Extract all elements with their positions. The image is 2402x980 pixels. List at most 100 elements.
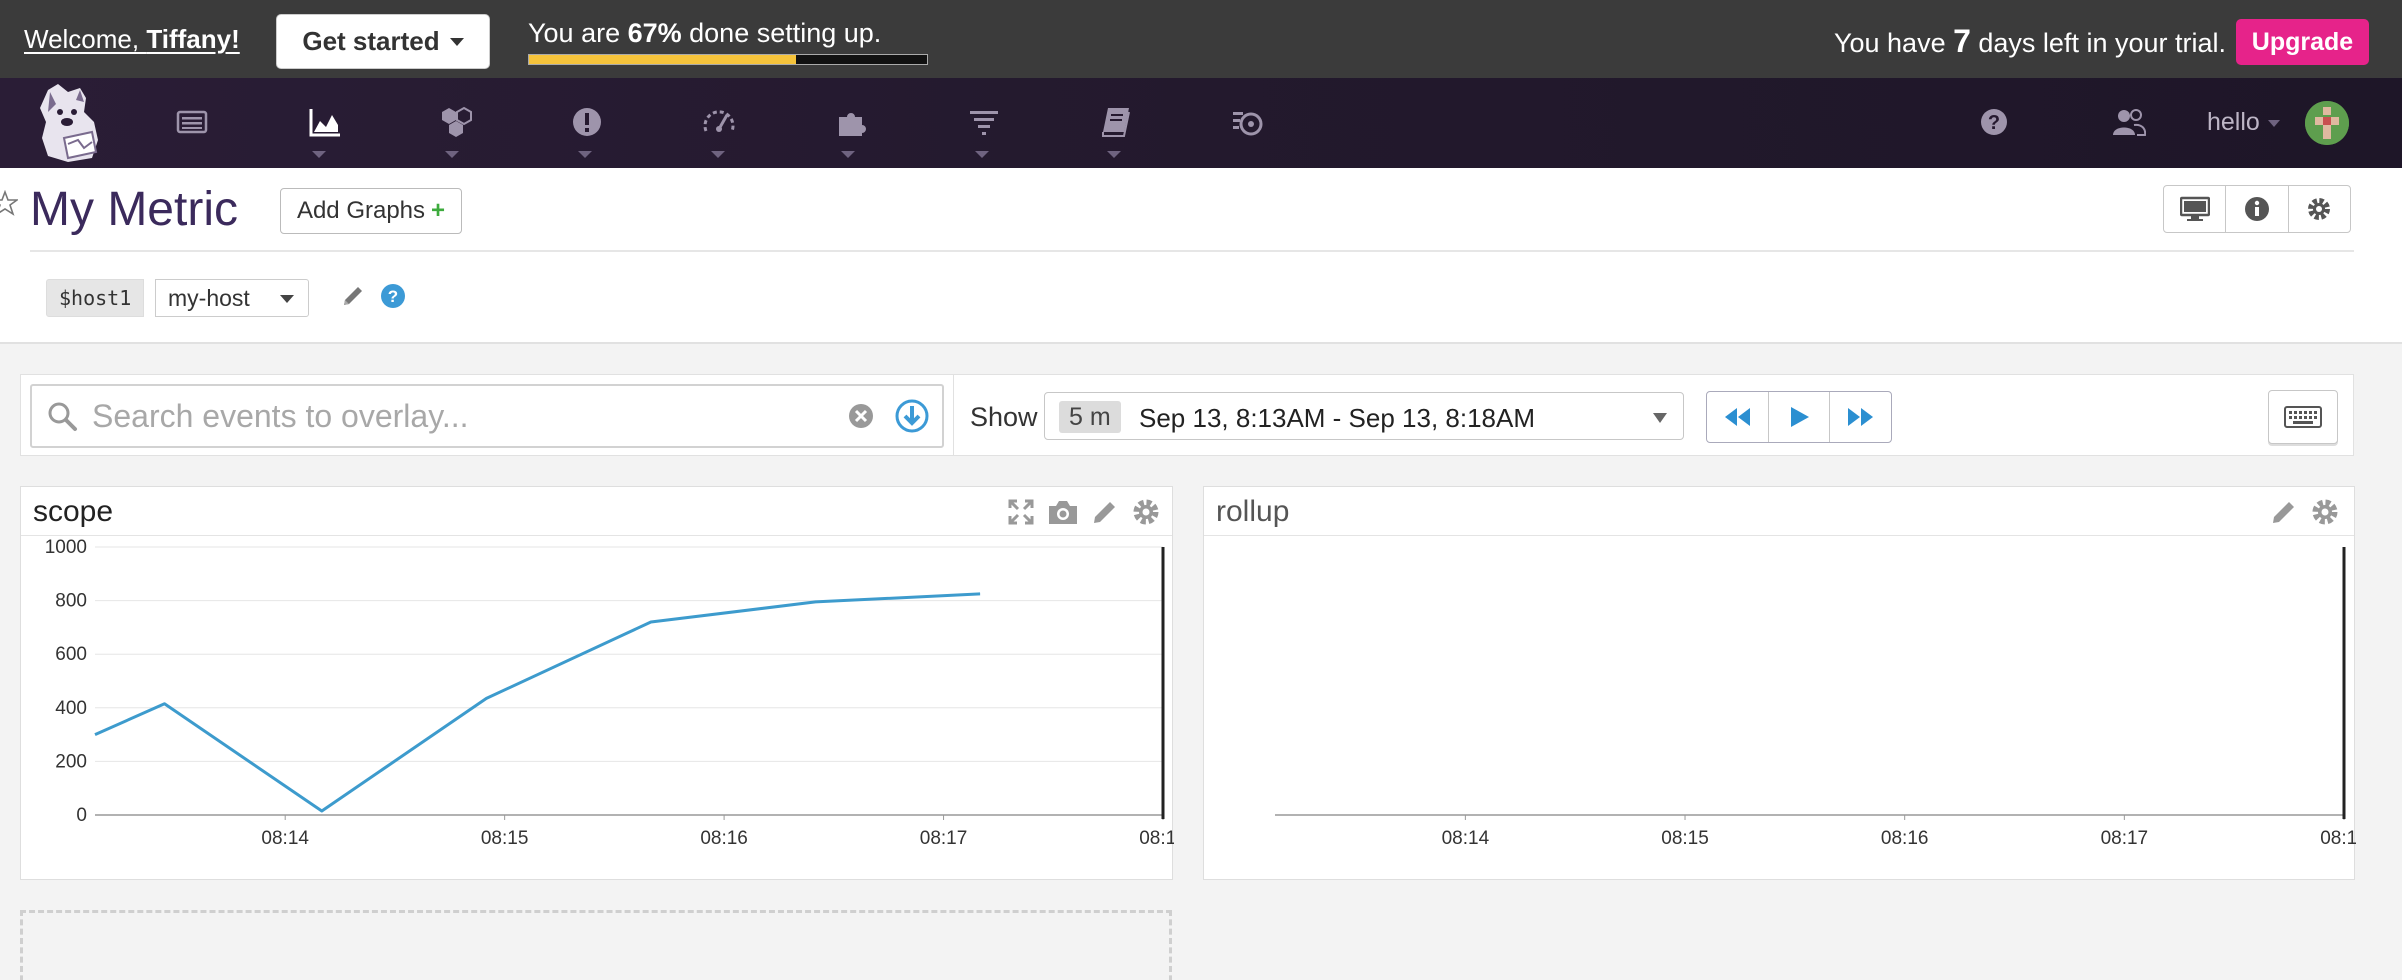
chevron-down-icon	[1653, 413, 1667, 423]
user-menu-label[interactable]: hello	[2207, 108, 2260, 137]
integrations-puzzle-icon[interactable]	[829, 100, 873, 144]
page-title: My Metric	[30, 183, 238, 236]
x-tick-label: 08:15	[1661, 828, 1709, 849]
pencil-icon[interactable]	[2270, 497, 2298, 527]
camera-icon[interactable]	[1047, 497, 1079, 527]
y-tick-label: 1000	[45, 537, 87, 558]
fast-forward-icon	[1847, 408, 1873, 426]
settings-button[interactable]	[2289, 186, 2350, 232]
line-chart-rollup: 08:14 08:15 08:16 08:17 08:18	[1275, 547, 2356, 849]
user-name: Tiffany!	[146, 24, 240, 54]
x-tick-label: 08:17	[920, 828, 968, 849]
y-tick-label: 0	[76, 805, 87, 826]
setup-suffix: done setting up.	[681, 18, 882, 48]
x-tick-label: 08:18	[2320, 828, 2356, 849]
logs-filter-icon[interactable]	[962, 100, 1006, 144]
main-nav	[0, 78, 2402, 168]
tv-mode-button[interactable]	[2164, 186, 2227, 232]
avatar[interactable]	[2305, 101, 2349, 145]
metrics-menu-caret	[312, 151, 326, 158]
notebooks-icon[interactable]	[1094, 100, 1138, 144]
time-forward-button[interactable]	[1830, 392, 1891, 442]
play-icon	[1791, 407, 1809, 427]
graph-widget-rollup: rollup 08:14 08:15 08:16 08:17 08:18	[1203, 486, 2356, 880]
help-circle-icon[interactable]: ?	[380, 283, 406, 314]
infrastructure-icon[interactable]	[434, 100, 478, 144]
apm-gauge-icon[interactable]	[697, 100, 741, 144]
y-tick-label: 600	[55, 644, 87, 665]
keyboard-shortcuts-button[interactable]	[2268, 390, 2338, 444]
y-tick-label: 400	[55, 698, 87, 719]
x-tick-label: 08:17	[2101, 828, 2149, 849]
trial-banner: Welcome, Tiffany! Get started You are 67…	[0, 0, 2402, 78]
x-tick-label: 08:14	[1442, 828, 1490, 849]
add-graphs-label: Add Graphs	[296, 197, 426, 224]
star-icon[interactable]	[0, 189, 20, 221]
widget-toolbar	[2270, 497, 2340, 527]
event-search-box	[30, 384, 944, 448]
gear-icon[interactable]	[2310, 497, 2340, 527]
pencil-icon[interactable]	[1091, 497, 1119, 527]
widget-divider	[1204, 535, 2354, 536]
svg-text:?: ?	[1988, 112, 2000, 134]
x-tick-label: 08:14	[261, 828, 309, 849]
upgrade-button[interactable]: Upgrade	[2236, 19, 2369, 65]
gear-icon[interactable]	[1131, 497, 1161, 527]
setup-progress-bar	[528, 54, 928, 65]
rewind-icon	[1725, 408, 1751, 426]
gear-icon	[2308, 198, 2331, 220]
widget-title: rollup	[1216, 495, 1290, 528]
header-toolbar	[2163, 185, 2351, 233]
clear-icon[interactable]	[848, 403, 874, 429]
get-started-label: Get started	[302, 26, 440, 56]
svg-text:?: ?	[388, 287, 398, 306]
widget-toolbar	[1007, 497, 1161, 527]
notebooks-menu-caret	[1107, 151, 1121, 158]
x-tick-label: 08:16	[700, 828, 748, 849]
x-tick-label: 08:15	[481, 828, 529, 849]
download-circle-icon[interactable]	[894, 398, 930, 434]
trial-prefix: You have	[1833, 28, 1954, 58]
x-tick-label: 08:18	[1139, 828, 1174, 849]
new-widget-placeholder[interactable]	[20, 910, 1172, 980]
team-users-icon[interactable]	[2107, 100, 2151, 144]
timeframe-select[interactable]: 5 m Sep 13, 8:13AM - Sep 13, 8:18AM	[1044, 392, 1684, 440]
pencil-icon[interactable]	[340, 283, 366, 314]
keyboard-icon	[2284, 406, 2322, 428]
play-button[interactable]	[1769, 392, 1831, 442]
add-graphs-button[interactable]: Add Graphs +	[280, 188, 462, 234]
trial-suffix: days left in your trial.	[1970, 28, 2226, 58]
search-icon	[48, 402, 77, 431]
expand-icon[interactable]	[1007, 497, 1035, 527]
trial-status: You have 7 days left in your trial.	[1834, 23, 2226, 60]
template-variable-select[interactable]: my-host	[155, 279, 309, 317]
setup-percent: 67%	[627, 18, 682, 48]
y-tick-label: 200	[55, 751, 87, 772]
toolbar-divider	[953, 374, 954, 456]
plus-icon: +	[431, 197, 446, 224]
chevron-down-icon	[449, 37, 464, 46]
setup-prefix: You are	[528, 18, 628, 48]
infrastructure-menu-caret	[445, 151, 459, 158]
monitors-menu-caret	[578, 151, 592, 158]
time-navigation	[1706, 391, 1892, 443]
search-input[interactable]	[92, 394, 872, 438]
get-started-button[interactable]: Get started	[276, 14, 490, 69]
integrations-menu-caret	[841, 151, 855, 158]
template-variable-name: $host1	[46, 279, 145, 317]
trial-days: 7	[1953, 23, 1971, 59]
info-button[interactable]	[2226, 186, 2289, 232]
header-divider	[30, 250, 2354, 252]
synthetics-icon[interactable]	[1226, 100, 1270, 144]
time-range-label: Sep 13, 8:13AM - Sep 13, 8:18AM	[1139, 403, 1536, 433]
y-tick-label: 800	[55, 591, 87, 612]
time-back-button[interactable]	[1707, 392, 1769, 442]
dashboards-list-icon[interactable]	[170, 100, 214, 144]
metrics-chart-icon[interactable]	[303, 100, 347, 144]
help-icon[interactable]: ?	[1972, 100, 2016, 144]
monitors-alert-icon[interactable]	[565, 100, 609, 144]
welcome-message[interactable]: Welcome, Tiffany!	[24, 24, 240, 55]
time-span-badge: 5 m	[1059, 401, 1121, 433]
widget-title: scope	[33, 495, 114, 528]
datadog-logo-icon[interactable]	[34, 82, 104, 164]
